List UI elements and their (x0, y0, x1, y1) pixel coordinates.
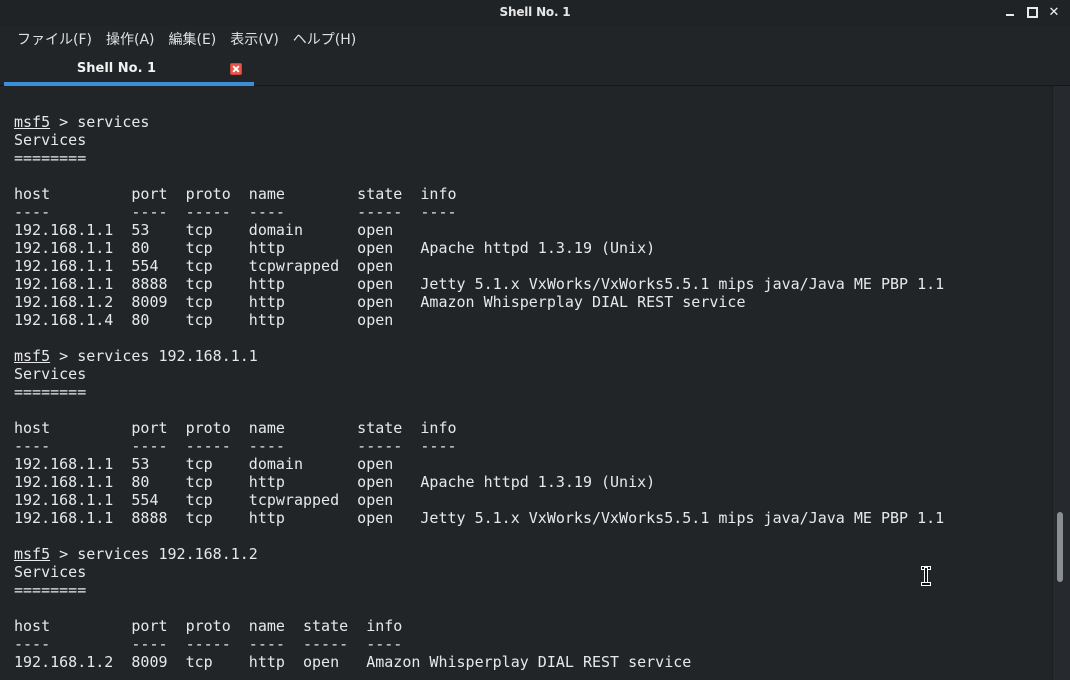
scrollbar-thumb[interactable] (1057, 512, 1063, 582)
line-text: ======== (14, 149, 87, 167)
terminal-line: 192.168.1.1 80 tcp http open Apache http… (14, 473, 944, 491)
prompt-label: msf5 (14, 347, 51, 365)
maximize-button[interactable] (1024, 2, 1040, 22)
close-button[interactable]: ✕ (1046, 2, 1062, 22)
terminal-line: ---- ---- ----- ---- ----- ---- (14, 437, 944, 455)
line-text: ---- ---- ----- ---- ----- ---- (14, 635, 403, 653)
terminal-line: msf5 > services 192.168.1.1 (14, 347, 944, 365)
terminal-line: Services (14, 131, 944, 149)
menu-edit[interactable]: 編集(E) (162, 28, 224, 52)
terminal-line: 192.168.1.4 80 tcp http open (14, 311, 944, 329)
line-text: > services 192.168.1.2 (50, 545, 258, 563)
menu-bar: ファイル(F) 操作(A) 編集(E) 表示(V) ヘルプ(H) (0, 26, 1070, 54)
line-text: host port proto name state info (14, 419, 457, 437)
menu-view[interactable]: 表示(V) (223, 28, 286, 52)
title-bar: Shell No. 1 ✕ (0, 0, 1070, 26)
line-text: > services (50, 113, 150, 131)
terminal-line: 192.168.1.2 8009 tcp http open Amazon Wh… (14, 293, 944, 311)
terminal-line: ======== (14, 581, 944, 599)
terminal-line: host port proto name state info (14, 419, 944, 437)
line-text: 192.168.1.1 554 tcp tcpwrapped open (14, 257, 394, 275)
terminal-line: 192.168.1.2 8009 tcp http open Amazon Wh… (14, 653, 944, 671)
tab-close-icon[interactable] (230, 63, 242, 75)
terminal-line: ---- ---- ----- ---- ----- ---- (14, 635, 944, 653)
terminal-line: 192.168.1.1 8888 tcp http open Jetty 5.1… (14, 509, 944, 527)
text-cursor-icon (921, 567, 931, 585)
line-text: 192.168.1.1 554 tcp tcpwrapped open (14, 491, 394, 509)
terminal-output[interactable]: msf5 > services Services ======== host port… (0, 86, 1052, 680)
tab-label: Shell No. 1 (76, 61, 157, 76)
close-icon: ✕ (1048, 4, 1060, 20)
line-text: ---- ---- ----- ---- ----- ---- (14, 203, 457, 221)
terminal-line: 192.168.1.1 554 tcp tcpwrapped open (14, 491, 944, 509)
tab-bar: Shell No. 1 (0, 54, 1070, 86)
minimize-icon (1006, 14, 1014, 16)
terminal-line: ======== (14, 383, 944, 401)
terminal-line: host port proto name state info (14, 185, 944, 203)
terminal-line: msf5 > services 192.168.1.2 (14, 545, 944, 563)
window-controls: ✕ (1002, 2, 1062, 22)
minimize-button[interactable] (1002, 2, 1018, 22)
line-text: 192.168.1.1 53 tcp domain open (14, 455, 394, 473)
terminal-line: 192.168.1.1 53 tcp domain open (14, 455, 944, 473)
menu-actions[interactable]: 操作(A) (99, 28, 162, 52)
terminal-line: Services (14, 365, 944, 383)
menu-help[interactable]: ヘルプ(H) (286, 28, 363, 52)
line-text: ======== (14, 581, 87, 599)
terminal-line: 192.168.1.1 8888 tcp http open Jetty 5.1… (14, 275, 944, 293)
terminal-line: ---- ---- ----- ---- ----- ---- (14, 203, 944, 221)
terminal-line: msf5 > services (14, 113, 944, 131)
terminal-line: ======== (14, 149, 944, 167)
line-text: Services (14, 131, 87, 149)
terminal-line: 192.168.1.1 554 tcp tcpwrapped open (14, 257, 944, 275)
line-text: host port proto name state info (14, 185, 457, 203)
line-text: ======== (14, 383, 87, 401)
line-text: Services (14, 365, 87, 383)
terminal-window: Shell No. 1 ✕ ファイル(F) 操作(A) 編集(E) 表示(V) … (0, 0, 1070, 680)
window-title: Shell No. 1 (499, 5, 571, 19)
terminal-line: 192.168.1.1 80 tcp http open Apache http… (14, 239, 944, 257)
vertical-scrollbar[interactable] (1052, 86, 1070, 680)
line-text: > services 192.168.1.1 (50, 347, 258, 365)
line-text: 192.168.1.4 80 tcp http open (14, 311, 394, 329)
menu-file[interactable]: ファイル(F) (10, 28, 99, 52)
tab-shell-1[interactable]: Shell No. 1 (4, 54, 254, 86)
terminal-line: Services (14, 563, 944, 581)
line-text: 192.168.1.1 53 tcp domain open (14, 221, 394, 239)
line-text: 192.168.1.2 8009 tcp http open Amazon Wh… (14, 293, 746, 311)
maximize-icon (1026, 6, 1038, 18)
terminal-lines: msf5 > services Services ======== host port… (14, 113, 944, 671)
terminal-line: host port proto name state info (14, 617, 944, 635)
line-text: 192.168.1.2 8009 tcp http open Amazon Wh… (14, 653, 692, 671)
line-text: 192.168.1.1 8888 tcp http open Jetty 5.1… (14, 509, 945, 527)
line-text: host port proto name state info (14, 617, 403, 635)
line-text: ---- ---- ----- ---- ----- ---- (14, 437, 457, 455)
line-text: 192.168.1.1 8888 tcp http open Jetty 5.1… (14, 275, 945, 293)
line-text: 192.168.1.1 80 tcp http open Apache http… (14, 473, 656, 491)
terminal-line: 192.168.1.1 53 tcp domain open (14, 221, 944, 239)
prompt-label: msf5 (14, 113, 51, 131)
line-text: 192.168.1.1 80 tcp http open Apache http… (14, 239, 656, 257)
prompt-label: msf5 (14, 545, 51, 563)
line-text: Services (14, 563, 87, 581)
